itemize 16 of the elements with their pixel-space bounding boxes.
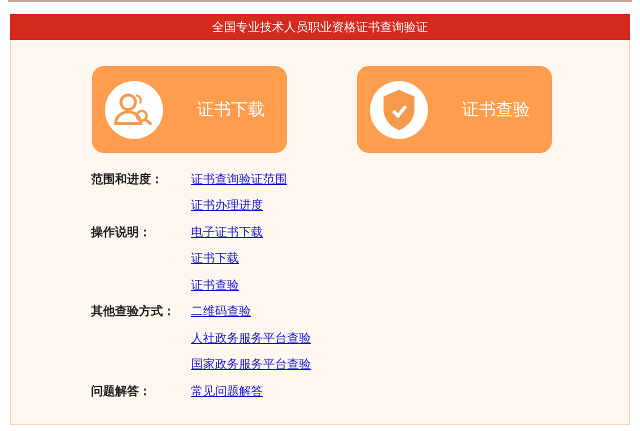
section-label: 操作说明： (91, 224, 151, 239)
shield-check-icon (370, 80, 428, 138)
section-label: 其他查验方式： (91, 304, 175, 318)
section-label: 问题解答： (91, 384, 151, 398)
link[interactable]: 国家政务服务平台查验 (191, 356, 311, 374)
link[interactable]: 证书查验 (191, 276, 239, 294)
page-title: 全国专业技术人员职业资格证书查询验证 (212, 18, 428, 36)
link[interactable]: 电子证书下载 (191, 224, 263, 241)
link[interactable]: 证书查询验证范围 (191, 170, 287, 188)
link[interactable]: 证书下载 (191, 250, 239, 268)
link[interactable]: 证书办理进度 (191, 197, 263, 214)
link[interactable]: 二维码查验 (191, 303, 251, 320)
person-search-icon (105, 80, 163, 138)
section-label: 范围和进度： (91, 172, 163, 186)
link[interactable]: 人社政务服务平台查验 (191, 330, 311, 347)
link[interactable]: 常见问题解答 (191, 382, 263, 400)
